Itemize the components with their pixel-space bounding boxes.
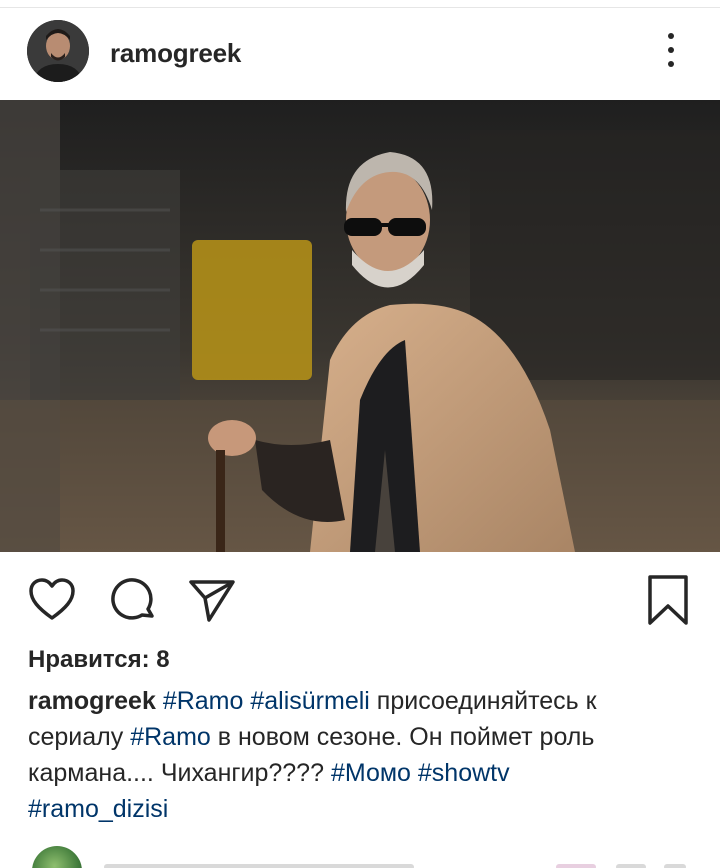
caption-text: [411, 759, 418, 787]
next-placeholder: [104, 864, 414, 868]
more-vertical-icon[interactable]: [656, 30, 686, 70]
post-photo[interactable]: [0, 100, 720, 552]
hashtag-momo[interactable]: #Момо: [331, 759, 411, 787]
comment-icon[interactable]: [108, 574, 160, 626]
heart-icon[interactable]: [26, 574, 78, 626]
hashtag-showtv[interactable]: #showtv: [418, 759, 510, 787]
post-actions: [0, 560, 720, 640]
next-placeholder: [616, 864, 646, 868]
hashtag-alisurmeli[interactable]: #alisürmeli: [250, 687, 369, 715]
avatar[interactable]: [27, 20, 89, 82]
next-placeholder: [556, 864, 596, 868]
direct-share-icon[interactable]: [186, 574, 238, 626]
likes-count[interactable]: Нравится: 8: [28, 646, 170, 674]
next-avatar[interactable]: [32, 846, 82, 868]
next-placeholder: [664, 864, 686, 868]
caption-username[interactable]: ramogreek: [28, 687, 156, 715]
next-post-row: [0, 844, 720, 868]
hashtag-ramo[interactable]: #Ramo: [163, 687, 244, 715]
top-divider: [0, 0, 720, 8]
post-caption: ramogreek #Ramo #alisürmeli присоединяйт…: [28, 683, 698, 827]
hashtag-ramo[interactable]: #Ramo: [130, 723, 211, 751]
hashtag-ramo-dizisi[interactable]: #ramo_dizisi: [28, 795, 168, 823]
post-username[interactable]: ramogreek: [110, 38, 241, 69]
post-header: ramogreek: [0, 8, 720, 100]
bookmark-icon[interactable]: [642, 574, 694, 626]
